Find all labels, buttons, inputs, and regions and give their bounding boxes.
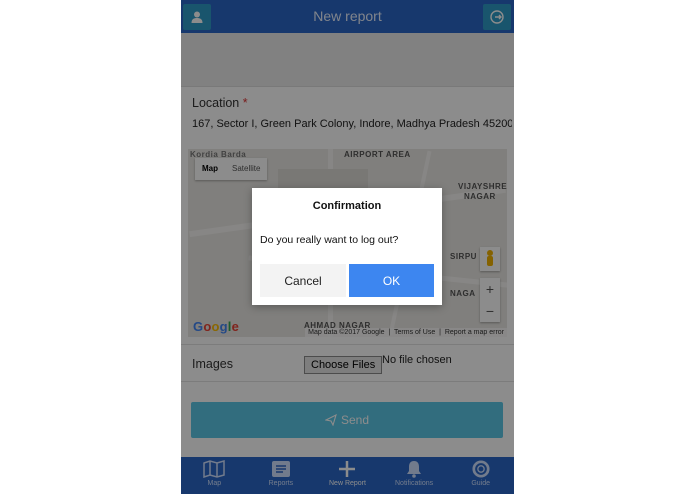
cancel-button[interactable]: Cancel — [260, 264, 346, 297]
logout-confirmation-dialog: Confirmation Do you really want to log o… — [252, 188, 442, 305]
dialog-message: Do you really want to log out? — [260, 234, 399, 246]
ok-button[interactable]: OK — [349, 264, 434, 297]
dialog-title: Confirmation — [312, 200, 382, 212]
